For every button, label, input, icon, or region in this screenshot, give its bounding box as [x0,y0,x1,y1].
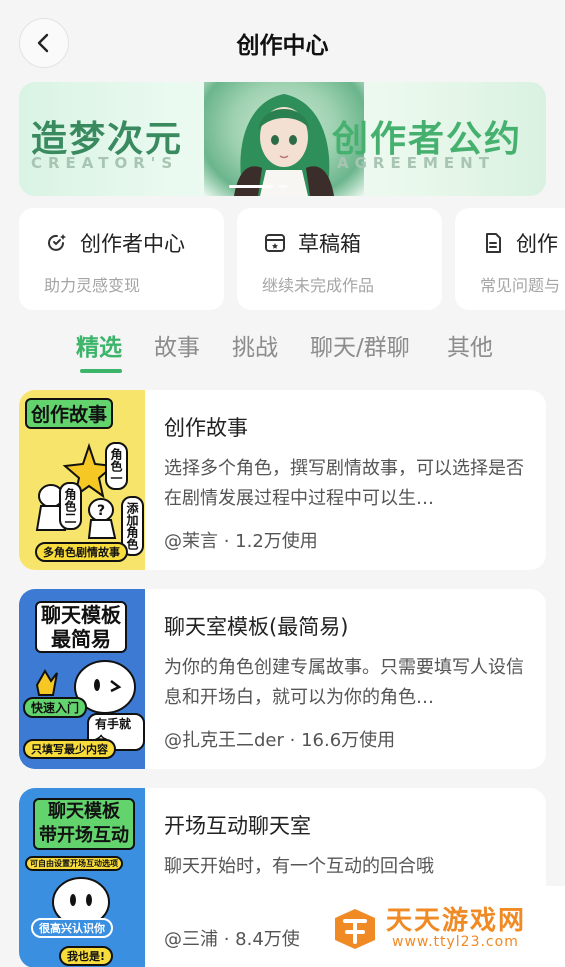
thumb-headline-2: 带开场互动 [39,825,129,846]
template-meta: @茉言 · 1.2万使用 [164,531,318,552]
template-description: 选择多个角色，撰写剧情故事，可以选择是否在剧情发展过程中过程中可以生… [164,458,524,509]
draft-box-icon [262,230,288,256]
tab-featured[interactable]: 精选 [76,328,122,362]
creator-center-title: 创作者中心 [80,232,185,256]
category-tabs: 精选 故事 挑战 聊天/群聊 其他 [0,328,565,374]
template-title: 开场互动聊天室 [164,814,311,838]
template-title: 聊天室模板(最简易) [164,615,349,639]
creation-faq-subtitle: 常见问题与 [480,276,561,295]
thumb-tag-quickstart: 快速入门 [23,697,88,718]
thumb-headline: 聊天模板 [48,801,120,822]
svg-text:?: ? [97,503,105,519]
template-info: 聊天室模板(最简易) 为你的角色创建专属故事。只需要填写人设信息和开场白，就可以… [164,611,534,713]
document-icon [480,230,506,256]
sparkle-cycle-icon [44,230,70,256]
thumb-headline: 创作故事 [25,398,114,429]
quick-actions: 创作者中心 助力灵感变现 草稿箱 继续未完成作品 创作 常见问题与 [19,208,565,310]
template-description: 为你的角色创建专属故事。只需要填写人设信息和开场白，就可以为你的角色… [164,657,524,708]
pager-dot [279,185,287,188]
tab-challenge[interactable]: 挑战 [232,328,278,362]
tab-other[interactable]: 其他 [447,328,493,362]
watermark-logo [335,909,375,949]
banner-subtitle-left: CREATOR'S [31,154,179,172]
creation-faq-title: 创作 [516,232,558,256]
template-meta: @三浦 · 8.4万使 [164,929,300,950]
template-meta: @扎克王二der · 16.6万使用 [164,730,396,751]
tab-chat-group[interactable]: 聊天/群聊 [310,328,410,362]
active-tab-indicator [80,369,122,373]
watermark-name: 天天游戏网 [386,906,527,936]
thumb-tag-options: 可自由设置开场互动选项 [25,856,123,871]
thumb-headline-box: 聊天模板 带开场互动 [33,798,135,850]
thumb-footer: 多角色剧情故事 [35,542,128,562]
pager-dot-active [229,185,273,188]
drafts-title: 草稿箱 [298,232,361,256]
template-thumbnail: 聊天模板 最简易 快速入门 有手就会 只填写最少内容 [19,589,145,769]
creator-agreement-banner[interactable]: 造梦次元 创作者公约 CREATOR'S AGREEMENT [19,82,546,196]
site-watermark: 天天游戏网 www.ttyl23.com [322,886,565,967]
thumb-bubble-greeting: 很高兴认识你 [31,918,113,938]
drafts-subtitle: 继续未完成作品 [262,276,375,295]
template-card[interactable]: 创作故事 ? 角色一 角色二 添加角色 多角色剧情故事 创作故事 选择多个角色，… [19,390,546,570]
template-info: 创作故事 选择多个角色，撰写剧情故事，可以选择是否在剧情发展过程中过程中可以生… [164,412,534,514]
page-title: 创作中心 [236,33,329,59]
thumb-tag-role2: 角色二 [59,482,82,530]
thumb-headline: 聊天模板 [41,603,121,627]
drafts-card[interactable]: 草稿箱 继续未完成作品 [237,208,442,310]
thumb-footer: 只填写最少内容 [23,739,116,759]
thumb-headline-box: 聊天模板 最简易 [35,601,127,653]
banner-subtitle-right: AGREEMENT [337,154,495,172]
template-thumbnail: 聊天模板 带开场互动 可自由设置开场互动选项 很高兴认识你 我也是! [19,788,145,967]
thumb-tag-role1: 角色一 [105,442,128,490]
creation-faq-card[interactable]: 创作 常见问题与 [455,208,565,310]
thumb-headline-2: 最简易 [51,627,111,651]
tab-story[interactable]: 故事 [154,328,200,362]
template-thumbnail: 创作故事 ? 角色一 角色二 添加角色 多角色剧情故事 [19,390,145,570]
header: 创作中心 [0,0,565,82]
template-card[interactable]: 聊天模板 最简易 快速入门 有手就会 只填写最少内容 聊天室模板(最简易) 为你… [19,589,546,769]
template-info: 开场互动聊天室 聊天开始时，有一个互动的回合哦 [164,810,534,882]
banner-pager [229,185,287,188]
watermark-url: www.ttyl23.com [392,934,519,950]
creator-center-subtitle: 助力灵感变现 [44,276,141,295]
creator-center-card[interactable]: 创作者中心 助力灵感变现 [19,208,224,310]
template-title: 创作故事 [164,416,248,440]
template-description: 聊天开始时，有一个互动的回合哦 [164,856,434,877]
thumb-footer: 我也是! [59,946,114,966]
